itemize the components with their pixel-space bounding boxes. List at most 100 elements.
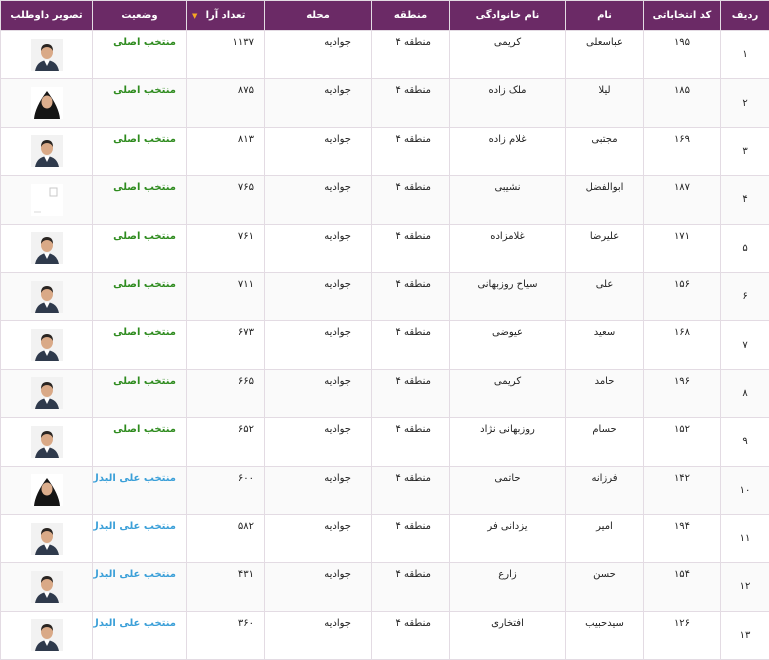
placeholder-photo-icon[interactable] xyxy=(31,184,63,216)
cell-photo xyxy=(1,321,93,369)
header-status[interactable]: وضعیت xyxy=(93,1,187,31)
table-row: ۶۱۵۶علیسیاح روزبهانیمنطقه ۴جوادیه۷۱۱منتخ… xyxy=(1,272,769,320)
male-photo-icon[interactable] xyxy=(31,426,63,458)
male-photo-icon[interactable] xyxy=(31,523,63,555)
cell-row-number: ۷ xyxy=(721,321,769,369)
cell-row-number: ۹ xyxy=(721,418,769,466)
female-photo-icon[interactable] xyxy=(31,474,63,506)
table-row: ۴۱۸۷ابوالفضلنشیبیمنطقه ۴جوادیه۷۶۵منتخب ا… xyxy=(1,176,769,224)
header-votes-label: تعداد آرا xyxy=(206,10,246,21)
table-row: ۳۱۶۹مجتبیغلام زادهمنطقه ۴جوادیه۸۱۳منتخب … xyxy=(1,127,769,175)
cell-first-name: ابوالفضل xyxy=(566,176,644,224)
cell-region: منطقه ۴ xyxy=(372,31,450,79)
cell-area: جوادیه xyxy=(265,321,372,369)
cell-row-number: ۳ xyxy=(721,127,769,175)
header-first-name[interactable]: نام xyxy=(566,1,644,31)
cell-area: جوادیه xyxy=(265,563,372,611)
cell-code: ۱۹۴ xyxy=(644,514,721,562)
cell-first-name: حامد xyxy=(566,369,644,417)
male-photo-icon[interactable] xyxy=(31,329,63,361)
cell-last-name: افتخاری xyxy=(450,611,566,659)
cell-status: منتخب اصلی xyxy=(93,418,187,466)
cell-row-number: ۸ xyxy=(721,369,769,417)
cell-row-number: ۵ xyxy=(721,224,769,272)
cell-region: منطقه ۴ xyxy=(372,514,450,562)
cell-area: جوادیه xyxy=(265,224,372,272)
male-photo-icon[interactable] xyxy=(31,571,63,603)
cell-first-name: سعید xyxy=(566,321,644,369)
cell-area: جوادیه xyxy=(265,127,372,175)
cell-code: ۱۹۶ xyxy=(644,369,721,417)
cell-photo xyxy=(1,272,93,320)
table-row: ۱۳۱۲۶سیدحبیبافتخاریمنطقه ۴جوادیه۳۶۰منتخب… xyxy=(1,611,769,659)
male-photo-icon[interactable] xyxy=(31,39,63,71)
cell-photo xyxy=(1,514,93,562)
cell-area: جوادیه xyxy=(265,369,372,417)
header-region[interactable]: منطقه xyxy=(372,1,450,31)
cell-photo xyxy=(1,127,93,175)
cell-row-number: ۱۰ xyxy=(721,466,769,514)
cell-area: جوادیه xyxy=(265,176,372,224)
cell-votes: ۷۱۱ xyxy=(187,272,265,320)
cell-last-name: ملک زاده xyxy=(450,79,566,127)
cell-status: منتخب اصلی xyxy=(93,369,187,417)
table-header-row: ردیف کد انتخاباتی نام نام خانوادگی منطقه… xyxy=(1,1,769,31)
cell-code: ۱۵۶ xyxy=(644,272,721,320)
cell-status: منتخب اصلی xyxy=(93,321,187,369)
header-photo[interactable]: تصویر داوطلب xyxy=(1,1,93,31)
cell-code: ۱۷۱ xyxy=(644,224,721,272)
cell-row-number: ۱۳ xyxy=(721,611,769,659)
cell-last-name: عیوضی xyxy=(450,321,566,369)
cell-region: منطقه ۴ xyxy=(372,321,450,369)
male-photo-icon[interactable] xyxy=(31,619,63,651)
cell-status: منتخب علی البدل xyxy=(93,466,187,514)
cell-status: منتخب اصلی xyxy=(93,224,187,272)
cell-first-name: سیدحبیب xyxy=(566,611,644,659)
cell-votes: ۶۷۳ xyxy=(187,321,265,369)
header-area[interactable]: محله xyxy=(265,1,372,31)
cell-region: منطقه ۴ xyxy=(372,611,450,659)
cell-last-name: کریمی xyxy=(450,31,566,79)
cell-region: منطقه ۴ xyxy=(372,369,450,417)
cell-area: جوادیه xyxy=(265,418,372,466)
cell-last-name: نشیبی xyxy=(450,176,566,224)
male-photo-icon[interactable] xyxy=(31,377,63,409)
cell-status: منتخب اصلی xyxy=(93,31,187,79)
table-row: ۲۱۸۵لیلاملک زادهمنطقه ۴جوادیه۸۷۵منتخب اص… xyxy=(1,79,769,127)
cell-last-name: زارع xyxy=(450,563,566,611)
cell-first-name: عباسعلی xyxy=(566,31,644,79)
cell-first-name: علیرضا xyxy=(566,224,644,272)
table-row: ۹۱۵۲حسامروزبهانی نژادمنطقه ۴جوادیه۶۵۲منت… xyxy=(1,418,769,466)
cell-status: منتخب علی البدل xyxy=(93,514,187,562)
cell-region: منطقه ۴ xyxy=(372,127,450,175)
cell-code: ۱۶۹ xyxy=(644,127,721,175)
cell-region: منطقه ۴ xyxy=(372,272,450,320)
cell-votes: ۴۳۱ xyxy=(187,563,265,611)
header-last-name[interactable]: نام خانوادگی xyxy=(450,1,566,31)
cell-photo xyxy=(1,563,93,611)
cell-photo xyxy=(1,369,93,417)
male-photo-icon[interactable] xyxy=(31,135,63,167)
cell-votes: ۸۷۵ xyxy=(187,79,265,127)
cell-last-name: یزدانی فر xyxy=(450,514,566,562)
table-row: ۸۱۹۶حامدکریمیمنطقه ۴جوادیه۶۶۵منتخب اصلی xyxy=(1,369,769,417)
cell-photo xyxy=(1,224,93,272)
cell-row-number: ۱۱ xyxy=(721,514,769,562)
header-row-number[interactable]: ردیف xyxy=(721,1,769,31)
cell-votes: ۱۱۳۷ xyxy=(187,31,265,79)
cell-row-number: ۶ xyxy=(721,272,769,320)
cell-area: جوادیه xyxy=(265,611,372,659)
male-photo-icon[interactable] xyxy=(31,281,63,313)
female-photo-icon[interactable] xyxy=(31,87,63,119)
header-code[interactable]: کد انتخاباتی xyxy=(644,1,721,31)
cell-area: جوادیه xyxy=(265,31,372,79)
cell-region: منطقه ۴ xyxy=(372,466,450,514)
cell-votes: ۷۶۵ xyxy=(187,176,265,224)
cell-code: ۱۵۴ xyxy=(644,563,721,611)
cell-photo xyxy=(1,466,93,514)
cell-area: جوادیه xyxy=(265,79,372,127)
cell-last-name: غلام زاده xyxy=(450,127,566,175)
header-votes[interactable]: تعداد آرا▼ xyxy=(187,1,265,31)
cell-photo xyxy=(1,418,93,466)
male-photo-icon[interactable] xyxy=(31,232,63,264)
